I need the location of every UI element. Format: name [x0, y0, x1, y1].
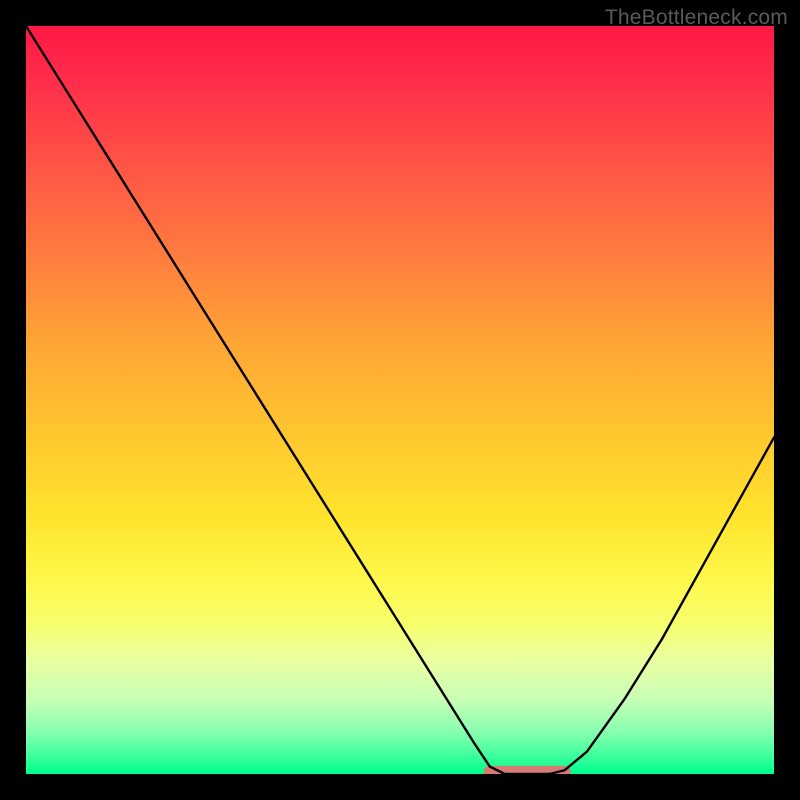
watermark-text: TheBottleneck.com	[605, 6, 788, 30]
chart-frame: TheBottleneck.com	[0, 0, 800, 800]
plot-area	[26, 26, 774, 774]
bottleneck-curve	[26, 26, 774, 774]
curve-svg	[26, 26, 774, 774]
